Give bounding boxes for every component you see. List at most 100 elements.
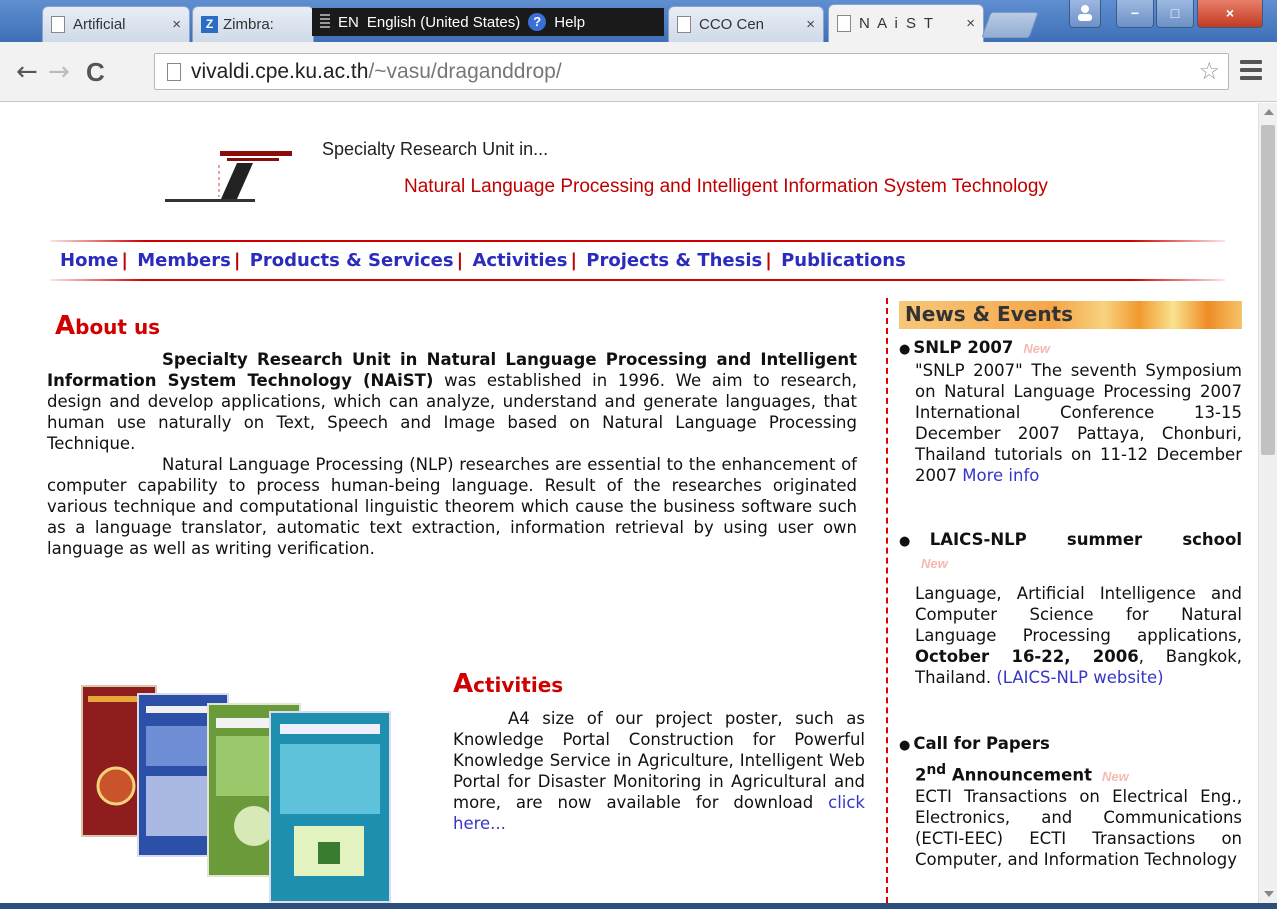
nav-products-services[interactable]: Products & Services — [250, 250, 454, 271]
naist-logo-icon — [165, 151, 292, 202]
browser-toolbar: ← → C vivaldi.cpe.ku.ac.th /~vasu/dragan… — [0, 42, 1277, 102]
main-nav: Home | Members | Products & Services | Acti… — [60, 250, 906, 271]
tab-title: CCO Cen — [699, 16, 765, 33]
news-events-banner: News & Events — [899, 301, 1242, 329]
address-bar[interactable]: vivaldi.cpe.ku.ac.th /~vasu/draganddrop/… — [154, 53, 1229, 90]
tab-strip: Artificial × Z Zimbra: EN English (Unite… — [0, 0, 1277, 42]
about-paragraph-2: Natural Language Processing (NLP) resear… — [47, 455, 857, 558]
language-bar: EN English (United States) ? Help — [312, 8, 664, 36]
activities-heading-rest: ctivities — [473, 673, 564, 697]
page-icon — [51, 16, 65, 33]
news-date: October 16-22, 2006 — [915, 647, 1139, 666]
reload-button[interactable]: C — [86, 58, 105, 86]
taskbar-edge — [0, 903, 1277, 909]
about-heading-rest: bout us — [75, 315, 161, 339]
page-icon — [677, 16, 691, 33]
activities-body: A4 size of our project poster, such as K… — [453, 708, 865, 834]
nav-projects-thesis[interactable]: Projects & Thesis — [586, 250, 762, 271]
news-item-body: "SNLP 2007" The seventh Symposium on Nat… — [899, 360, 1242, 486]
profile-button[interactable] — [1069, 0, 1101, 28]
tab-title: Zimbra: — [223, 16, 274, 33]
help-label[interactable]: Help — [554, 14, 585, 31]
news-title-text: Call for Papers — [913, 734, 1050, 753]
language-code[interactable]: EN — [338, 14, 359, 31]
about-body: Specialty Research Unit in Natural Langu… — [47, 349, 857, 559]
news-item: ● SNLP 2007 New "SNLP 2007" The seventh Sy… — [899, 337, 1242, 486]
nav-separator: | — [570, 250, 578, 271]
tab-zimbra[interactable]: Z Zimbra: — [192, 6, 314, 42]
bullet-icon: ● — [899, 738, 911, 753]
close-icon[interactable]: × — [166, 16, 181, 33]
new-badge: New — [1101, 768, 1129, 784]
news-title-text: LAICS-NLP summer school — [929, 530, 1242, 549]
news-item-title: ● LAICS-NLP summer school — [899, 529, 1242, 552]
menu-icon[interactable] — [1240, 60, 1262, 84]
new-badge: New — [921, 556, 948, 571]
news-events-title: News & Events — [905, 302, 1074, 326]
news-item-title: ● Call for Papers — [899, 733, 1242, 756]
about-heading-cap: A — [55, 311, 76, 341]
grip-icon[interactable] — [320, 14, 330, 30]
laics-website-link[interactable]: (LAICS-NLP website) — [996, 668, 1163, 687]
nav-divider — [50, 279, 1225, 281]
page-icon — [167, 62, 181, 81]
tab-cco[interactable]: CCO Cen × — [668, 6, 824, 42]
close-icon[interactable]: × — [960, 15, 975, 32]
activities-heading: Activities — [453, 669, 563, 699]
page-icon — [837, 15, 851, 32]
nav-activities[interactable]: Activities — [472, 250, 567, 271]
url-host: vivaldi.cpe.ku.ac.th — [191, 59, 369, 83]
forward-button[interactable]: → — [48, 58, 70, 86]
user-icon — [1078, 5, 1092, 21]
nav-separator: | — [233, 250, 241, 271]
vertical-scrollbar[interactable] — [1258, 103, 1277, 903]
help-icon[interactable]: ? — [528, 13, 547, 31]
news-title-text: SNLP 2007 — [913, 338, 1014, 357]
scroll-down-icon[interactable] — [1264, 891, 1274, 897]
subtitle-number: 2 — [915, 765, 927, 785]
activities-heading-cap: A — [453, 669, 474, 699]
new-badge: New — [1023, 341, 1051, 356]
bullet-icon: ● — [899, 342, 911, 357]
project-posters-image — [81, 685, 391, 903]
news-body-text: Language, Artificial Intelligence and Co… — [915, 584, 1242, 645]
news-item-body: ECTI Transactions on Electrical Eng., El… — [915, 786, 1242, 869]
news-item: ● Call for Papers 2nd Announcement New ECT… — [899, 733, 1242, 870]
nav-separator: | — [765, 250, 772, 271]
activities-text: A4 size of our project poster, such as K… — [453, 709, 865, 812]
subtitle-ordinal: nd — [926, 762, 947, 778]
column-divider — [886, 298, 888, 903]
bookmark-star-icon[interactable]: ☆ — [1198, 57, 1220, 86]
language-name[interactable]: English (United States) — [367, 14, 520, 31]
unit-tagline: Specialty Research Unit in... — [322, 139, 549, 159]
unit-full-name: Natural Language Processing and Intellig… — [404, 176, 1048, 197]
more-info-link[interactable]: More info — [962, 466, 1039, 485]
nav-publications[interactable]: Publications — [781, 250, 906, 271]
maximize-button[interactable]: □ — [1156, 0, 1194, 28]
news-item-body: Language, Artificial Intelligence and Co… — [899, 583, 1242, 688]
subtitle-text: Announcement — [946, 765, 1092, 785]
news-item-subtitle: 2nd Announcement New — [899, 760, 1242, 786]
tab-artificial[interactable]: Artificial × — [42, 6, 190, 42]
minimize-button[interactable]: − — [1116, 0, 1154, 28]
news-item-title: ● SNLP 2007 New — [899, 337, 1242, 360]
new-tab-button[interactable] — [981, 12, 1039, 38]
zimbra-icon: Z — [201, 16, 218, 33]
bullet-icon: ● — [899, 534, 927, 549]
nav-members[interactable]: Members — [137, 250, 231, 271]
header-divider — [50, 240, 1225, 242]
about-heading: About us — [55, 311, 160, 341]
nav-separator: | — [121, 250, 128, 271]
tab-naist[interactable]: N A i S T × — [828, 4, 984, 42]
about-paragraph-1: Specialty Research Unit in Natural Langu… — [47, 349, 857, 454]
nav-home[interactable]: Home — [60, 250, 118, 271]
url-path: /~vasu/draganddrop/ — [368, 59, 562, 83]
window-close-button[interactable]: × — [1197, 0, 1263, 28]
scroll-up-icon[interactable] — [1264, 109, 1274, 115]
nav-separator: | — [456, 250, 464, 271]
scrollbar-thumb[interactable] — [1261, 125, 1275, 455]
tab-title: N A i S T — [859, 15, 936, 32]
back-button[interactable]: ← — [16, 58, 38, 86]
page-viewport: Specialty Research Unit in... Natural La… — [0, 103, 1258, 903]
close-icon[interactable]: × — [800, 16, 815, 33]
